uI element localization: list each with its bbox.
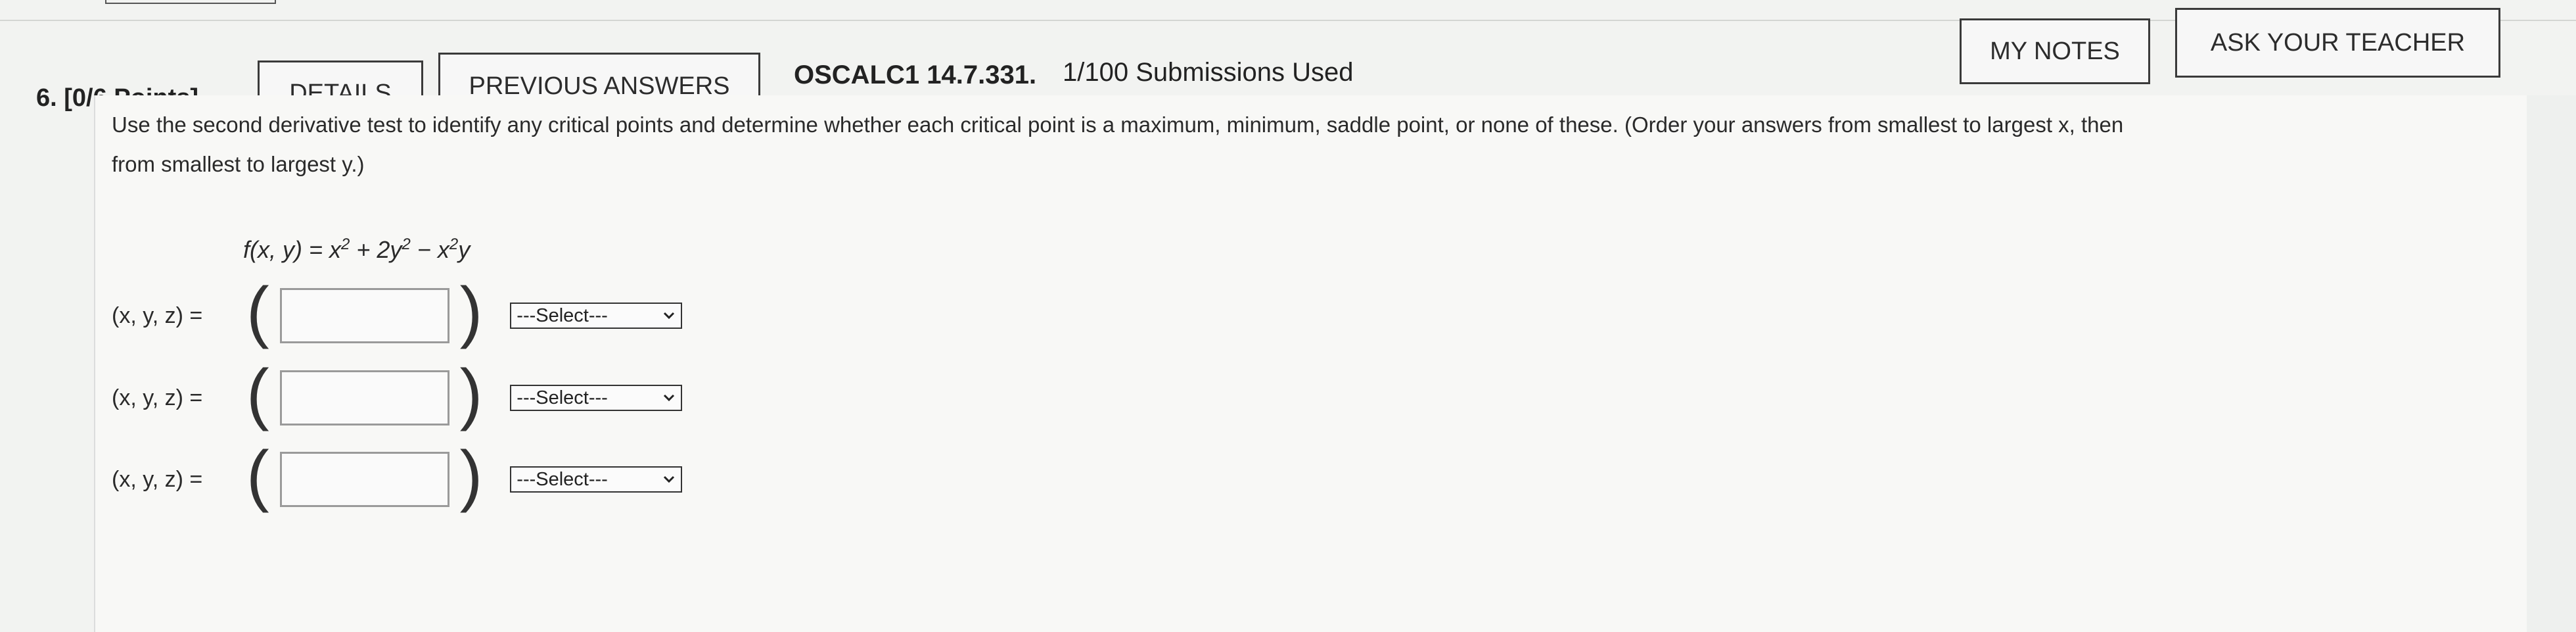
classification-select[interactable]: ---Select---	[510, 385, 683, 411]
answer-label: (x, y, z) =	[112, 303, 203, 328]
answer-row-3: (x, y, z) = ( ) ---Select---	[112, 437, 683, 516]
right-gutter	[2527, 95, 2576, 632]
point-input[interactable]	[279, 370, 449, 425]
exponent: 2	[341, 235, 350, 253]
ask-teacher-button[interactable]: ASK YOUR TEACHER	[2175, 8, 2500, 78]
answer-label: (x, y, z) =	[112, 466, 203, 492]
answer-label: (x, y, z) =	[112, 385, 203, 410]
exponent: 2	[449, 235, 459, 253]
classification-select[interactable]: ---Select---	[510, 466, 683, 493]
chevron-down-icon	[662, 391, 676, 404]
function-term: + 2y	[350, 236, 402, 263]
left-paren: (	[246, 274, 269, 350]
submissions-count: 1/100 Submissions Used	[1063, 58, 1354, 87]
left-paren: (	[246, 356, 269, 432]
function-expression: f(x, y) = x2 + 2y2 − x2y	[243, 235, 470, 264]
instructions-line-1: Use the second derivative test to identi…	[112, 112, 2124, 137]
function-term: y	[458, 236, 471, 263]
function-term: − x	[410, 236, 449, 263]
point-input[interactable]	[279, 452, 449, 507]
page: 6. [0/6 Points] DETAILS PREVIOUS ANSWERS…	[0, 0, 2576, 632]
exponent: 2	[402, 235, 411, 253]
my-notes-button[interactable]: MY NOTES	[1960, 18, 2150, 84]
answer-row-1: (x, y, z) = ( ) ---Select---	[112, 274, 683, 352]
instructions-line-2: from smallest to largest y.)	[112, 152, 365, 176]
classification-select[interactable]: ---Select---	[510, 303, 683, 329]
select-value: ---Select---	[517, 387, 608, 408]
course-code: OSCALC1 14.7.331.	[794, 61, 1037, 89]
instructions: Use the second derivative test to identi…	[112, 105, 2504, 184]
chevron-down-icon	[662, 473, 676, 486]
right-paren: )	[459, 437, 483, 514]
chevron-down-icon	[662, 309, 676, 322]
answer-row-2: (x, y, z) = ( ) ---Select---	[112, 356, 683, 434]
select-value: ---Select---	[517, 468, 608, 490]
select-value: ---Select---	[517, 304, 608, 326]
function-lhs: f(x, y) = x	[243, 236, 342, 263]
point-input[interactable]	[279, 288, 449, 343]
right-paren: )	[459, 274, 483, 350]
left-paren: (	[246, 437, 269, 514]
right-paren: )	[459, 356, 483, 432]
